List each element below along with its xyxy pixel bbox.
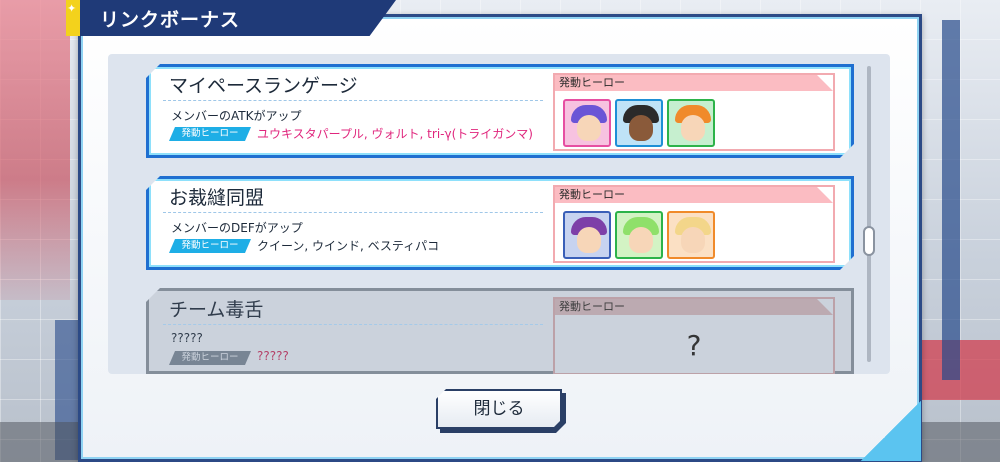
hero-portrait-volt-icon[interactable] [615, 99, 663, 147]
star-icon: ✦ [66, 0, 80, 36]
bonus-name: マイペースランゲージ [169, 75, 358, 97]
bonus-name: チーム毒舌 [169, 299, 264, 321]
hero-portrait-queen-icon[interactable] [563, 211, 611, 259]
hero-panel-label: 発動ヒーロー [555, 75, 833, 91]
background-red-panel-right [920, 340, 1000, 400]
bonus-card-locked[interactable]: チーム毒舌 ????? 発動ヒーロー ????? 発動ヒーロー ? [146, 288, 854, 374]
hero-portrait-purple-icon[interactable] [563, 99, 611, 147]
hero-portrait-trigamma-icon[interactable] [667, 99, 715, 147]
bonus-name: お裁縫同盟 [169, 187, 265, 209]
divider [163, 100, 543, 101]
hero-portrait-wind-icon[interactable] [615, 211, 663, 259]
dialog-title: リンクボーナス [100, 9, 241, 31]
hero-names: ????? [257, 349, 289, 363]
hero-names: クイーン, ウインド, ベスティパコ [257, 239, 440, 253]
unknown-hero-mark: ? [686, 329, 702, 362]
background-navy-stripe [942, 20, 960, 380]
hero-tag-badge: 発動ヒーロー [169, 239, 251, 253]
hero-tag-badge: 発動ヒーロー [169, 127, 251, 141]
dialog-corner-decoration [861, 401, 921, 461]
hero-portrait-bestipaco-icon[interactable] [667, 211, 715, 259]
background-red-panel [0, 0, 70, 300]
hero-tag-badge: 発動ヒーロー [169, 351, 251, 365]
divider [163, 212, 543, 213]
bonus-card[interactable]: お裁縫同盟 メンバーのDEFがアップ 発動ヒーロー クイーン, ウインド, ベス… [146, 176, 854, 270]
divider [163, 324, 543, 325]
bonus-description: メンバーのATKがアップ [171, 109, 302, 123]
hero-portrait-panel: 発動ヒーロー [553, 185, 835, 263]
bonus-card[interactable]: マイペースランゲージ メンバーのATKがアップ 発動ヒーロー ユウキスタパープル… [146, 64, 854, 158]
scrollbar-thumb[interactable] [863, 226, 875, 256]
hero-panel-label: 発動ヒーロー [555, 187, 833, 203]
hero-portrait-panel: 発動ヒーロー ? [553, 297, 835, 374]
bonus-description: ????? [171, 331, 203, 345]
bonus-description: メンバーのDEFがアップ [171, 221, 303, 235]
hero-panel-label: 発動ヒーロー [555, 299, 833, 315]
hero-portrait-panel: 発動ヒーロー [553, 73, 835, 151]
hero-names: ユウキスタパープル, ヴォルト, tri-γ(トライガンマ) [257, 127, 533, 141]
scrollbar-track[interactable] [867, 66, 871, 362]
close-button[interactable]: 閉じる [436, 389, 562, 429]
